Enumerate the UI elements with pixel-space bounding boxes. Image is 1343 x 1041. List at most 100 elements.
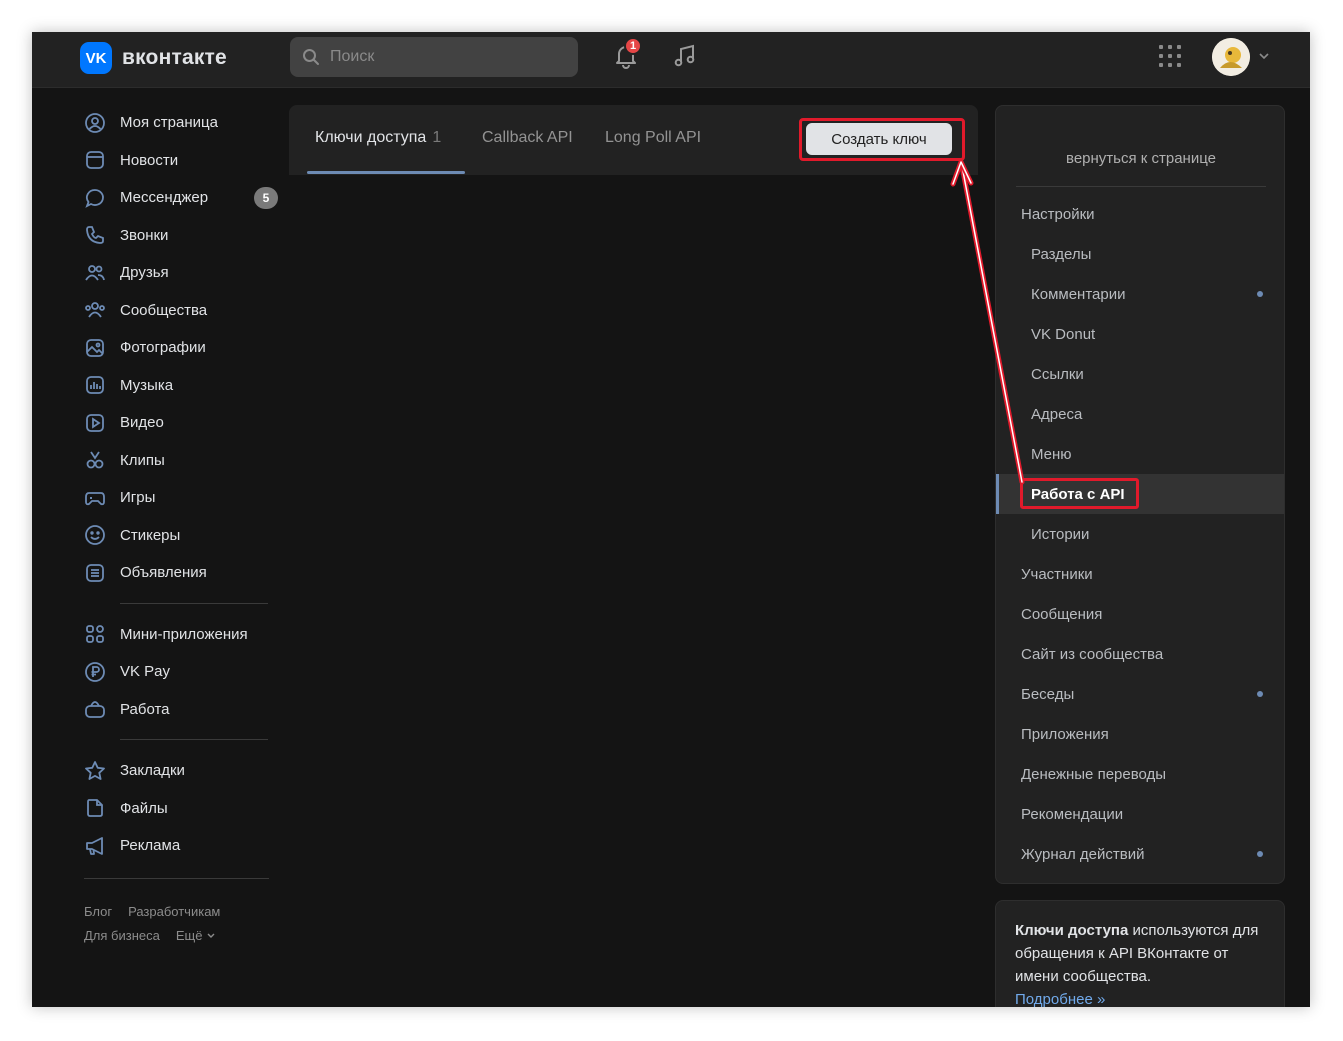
nav-item-music[interactable]: Музыка — [84, 367, 274, 405]
nav-item-my-page[interactable]: Моя страница — [84, 104, 274, 142]
nav-divider — [84, 728, 274, 752]
music-icon — [84, 374, 106, 396]
menu-item-apps[interactable]: Приложения — [996, 714, 1284, 754]
search-box[interactable] — [290, 37, 578, 77]
nav-item-label: Моя страница — [120, 114, 218, 132]
menu-item-messages[interactable]: Сообщения — [996, 594, 1284, 634]
music-player-button[interactable] — [669, 40, 701, 72]
apps-grid-icon — [1159, 45, 1181, 67]
menu-divider — [1016, 186, 1266, 187]
nav-item-label: Игры — [120, 489, 156, 507]
nav-item-label: Закладки — [120, 762, 185, 780]
nav-item-calls[interactable]: Звонки — [84, 217, 274, 255]
menu-item-label: Рекомендации — [1021, 805, 1124, 823]
menu-item-api[interactable]: Работа с API — [996, 474, 1284, 514]
menu-item-settings[interactable]: Настройки — [996, 194, 1284, 234]
menu-item-label: Адреса — [1031, 405, 1083, 423]
nav-divider — [84, 592, 274, 616]
menu-item-sections[interactable]: Разделы — [996, 234, 1284, 274]
nav-item-label: VK Pay — [120, 663, 171, 681]
nav-item-label: Работа — [120, 700, 170, 718]
footer-links-row-2: Для бизнеса Ещё — [84, 928, 216, 943]
nav-item-photos[interactable]: Фотографии — [84, 329, 274, 367]
footer-link-more[interactable]: Ещё — [176, 928, 216, 943]
nav-item-video[interactable]: Видео — [84, 404, 274, 442]
menu-item-stories[interactable]: Истории — [996, 514, 1284, 554]
notification-count-badge: 1 — [624, 37, 642, 55]
nav-item-label: Мессенджер — [120, 189, 209, 207]
menu-item-recommendations[interactable]: Рекомендации — [996, 794, 1284, 834]
user-circle-icon — [84, 112, 106, 134]
footer-link-business[interactable]: Для бизнеса — [84, 928, 160, 943]
footer-more-label: Ещё — [175, 928, 203, 943]
back-to-page-link[interactable]: вернуться к странице — [996, 150, 1286, 167]
learn-more-link[interactable]: Подробнее » — [1015, 988, 1265, 1007]
nav-item-communities[interactable]: Сообщества — [84, 292, 274, 330]
chevron-down-icon — [207, 933, 215, 938]
nav-item-bookmarks[interactable]: Закладки — [84, 752, 274, 790]
nav-item-label: Стикеры — [120, 526, 181, 544]
menu-item-label: Участники — [1021, 565, 1093, 583]
menu-item-addresses[interactable]: Адреса — [996, 394, 1284, 434]
menu-item-chats[interactable]: Беседы — [996, 674, 1284, 714]
ruble-icon — [84, 661, 106, 683]
menu-item-label: Комментарии — [1031, 285, 1126, 303]
menu-item-money-transfers[interactable]: Денежные переводы — [996, 754, 1284, 794]
tab-long-poll-api[interactable]: Long Poll API — [605, 129, 701, 147]
grid-icon — [84, 623, 106, 645]
avatar-image — [1212, 38, 1250, 76]
nav-item-mini-apps[interactable]: Мини-приложения — [84, 616, 274, 654]
nav-item-vk-pay[interactable]: VK Pay — [84, 653, 274, 691]
nav-item-stickers[interactable]: Стикеры — [84, 517, 274, 555]
create-key-button[interactable]: Создать ключ — [806, 123, 952, 155]
menu-item-links[interactable]: Ссылки — [996, 354, 1284, 394]
chevron-down-icon[interactable] — [1258, 50, 1270, 62]
nav-item-games[interactable]: Игры — [84, 479, 274, 517]
nav-item-label: Друзья — [120, 264, 169, 282]
star-icon — [84, 760, 106, 782]
apps-menu-button[interactable] — [1154, 40, 1186, 72]
nav-item-clips[interactable]: Клипы — [84, 442, 274, 480]
footer-link-blog[interactable]: Блог — [84, 904, 112, 919]
menu-item-label: Работа с API — [1031, 485, 1125, 503]
gamepad-icon — [84, 487, 106, 509]
nav-item-classifieds[interactable]: Объявления — [84, 554, 274, 592]
menu-item-label: Меню — [1031, 445, 1072, 463]
menu-item-comments[interactable]: Комментарии — [996, 274, 1284, 314]
footer-link-developers[interactable]: Разработчикам — [128, 904, 220, 919]
nav-item-label: Реклама — [120, 837, 181, 855]
tab-callback-api[interactable]: Callback API — [482, 129, 573, 147]
smile-icon — [84, 524, 106, 546]
vk-logo[interactable]: VK вконтакте — [80, 42, 227, 74]
profile-avatar[interactable] — [1212, 38, 1250, 76]
nav-item-files[interactable]: Файлы — [84, 790, 274, 828]
menu-item-members[interactable]: Участники — [996, 554, 1284, 594]
menu-item-vk-donut[interactable]: VK Donut — [996, 314, 1284, 354]
nav-item-advertising[interactable]: Реклама — [84, 827, 274, 865]
menu-item-label: Приложения — [1021, 725, 1109, 743]
nav-item-label: Клипы — [120, 451, 165, 469]
menu-item-label: Сайт из сообщества — [1021, 645, 1164, 663]
clips-icon — [84, 449, 106, 471]
nav-item-friends[interactable]: Друзья — [84, 254, 274, 292]
nav-item-news[interactable]: Новости — [84, 142, 274, 180]
footer-divider — [84, 878, 269, 879]
menu-item-menu[interactable]: Меню — [996, 434, 1284, 474]
nav-item-label: Музыка — [120, 376, 174, 394]
footer-links-row-1: Блог Разработчикам — [84, 904, 220, 919]
api-tabs-card: Ключи доступа 1 Callback API Long Poll AP… — [289, 105, 978, 175]
search-input[interactable] — [330, 48, 550, 66]
menu-item-label: Беседы — [1021, 685, 1075, 703]
access-keys-info-card: Ключи доступа используются для обращения… — [995, 900, 1285, 1007]
news-icon — [84, 149, 106, 171]
nav-item-label: Видео — [120, 414, 164, 432]
nav-item-messenger[interactable]: Мессенджер 5 — [84, 179, 278, 217]
menu-item-community-site[interactable]: Сайт из сообщества — [996, 634, 1284, 674]
tab-access-keys[interactable]: Ключи доступа 1 — [315, 129, 441, 147]
browser-page: VK вконтакте 1 Моя стран — [32, 32, 1310, 1007]
new-indicator-dot — [1257, 851, 1263, 857]
menu-item-action-log[interactable]: Журнал действий — [996, 834, 1284, 874]
nav-item-label: Мини-приложения — [120, 625, 248, 643]
notifications-button[interactable]: 1 — [610, 37, 642, 72]
nav-item-jobs[interactable]: Работа — [84, 691, 274, 729]
